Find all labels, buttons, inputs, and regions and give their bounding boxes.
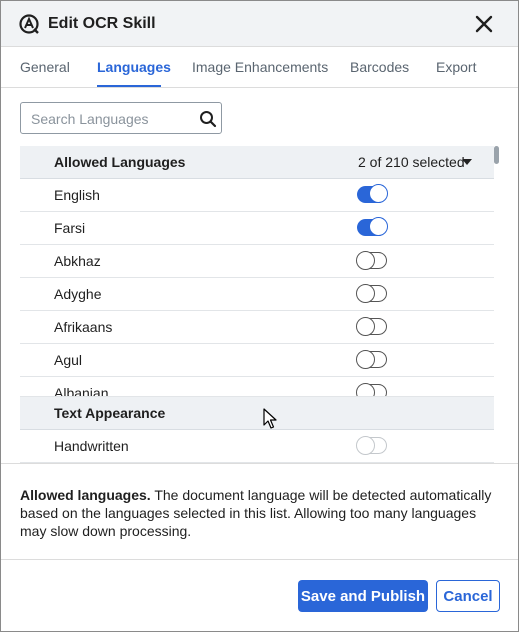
toggle-knob [369,184,388,203]
description-title: Allowed languages. [20,487,151,503]
search-box [20,102,222,134]
list-item: Farsi [20,212,494,245]
scroll-thumb[interactable] [494,146,499,164]
language-toggle[interactable] [356,383,387,396]
appearance-label: Handwritten [54,438,129,454]
scrollbar[interactable] [494,146,500,397]
description-text: Allowed languages. The document language… [20,486,500,540]
product-logo-icon [19,14,39,34]
language-label: English [54,187,100,203]
close-icon[interactable] [473,13,495,35]
search-icon[interactable] [199,110,217,128]
language-toggle[interactable] [357,184,388,203]
toggle-knob [356,350,375,369]
group-title: Allowed Languages [54,154,186,170]
language-label: Abkhaz [54,253,101,269]
mouse-cursor-icon [263,408,277,429]
group-title: Text Appearance [54,405,166,421]
list-item: Albanian [20,377,494,397]
toggle-knob [356,284,375,303]
language-toggle[interactable] [356,284,387,303]
toggle-knob [356,383,375,396]
dialog-title: Edit OCR Skill [48,15,156,32]
divider [1,463,518,464]
tab-languages[interactable]: Languages [97,59,171,75]
tab-image-enhancements[interactable]: Image Enhancements [192,59,328,75]
tab-bar: General Languages Image Enhancements Bar… [1,48,518,88]
language-toggle[interactable] [356,317,387,336]
divider [1,559,518,560]
list-item: Afrikaans [20,311,494,344]
list-item: Handwritten [20,430,494,463]
language-label: Agul [54,352,83,368]
text-appearance-header: Text Appearance [20,397,494,430]
toggle-knob [369,217,388,236]
tab-barcodes[interactable]: Barcodes [350,59,409,75]
tab-export[interactable]: Export [436,59,476,75]
language-label: Afrikaans [54,319,113,335]
list-item: Abkhaz [20,245,494,278]
toggle-knob [356,317,375,336]
list-item: Agul [20,344,494,377]
save-and-publish-button[interactable]: Save and Publish [298,580,428,612]
toggle-knob [356,436,375,455]
language-toggle[interactable] [357,217,388,236]
toggle-knob [356,251,375,270]
language-label: Farsi [54,220,86,236]
edit-ocr-skill-dialog: Edit OCR Skill General Languages Image E… [0,0,519,632]
tab-general[interactable]: General [20,59,70,75]
language-toggle[interactable] [356,251,387,270]
caret-down-icon[interactable] [462,159,472,165]
cancel-button[interactable]: Cancel [436,580,500,612]
language-label: Adyghe [54,286,102,302]
active-tab-indicator [97,85,161,87]
handwritten-toggle [356,436,387,455]
language-label: Albanian [54,385,109,397]
list-item: Adyghe [20,278,494,311]
language-toggle[interactable] [356,350,387,369]
selected-count-dropdown[interactable]: 2 of 210 selected [358,154,465,170]
list-item: English [20,179,494,212]
language-list: Allowed Languages 2 of 210 selected Engl… [20,146,500,464]
search-input[interactable] [31,109,191,129]
dialog-header: Edit OCR Skill [1,1,518,47]
allowed-languages-header: Allowed Languages 2 of 210 selected [20,146,494,179]
